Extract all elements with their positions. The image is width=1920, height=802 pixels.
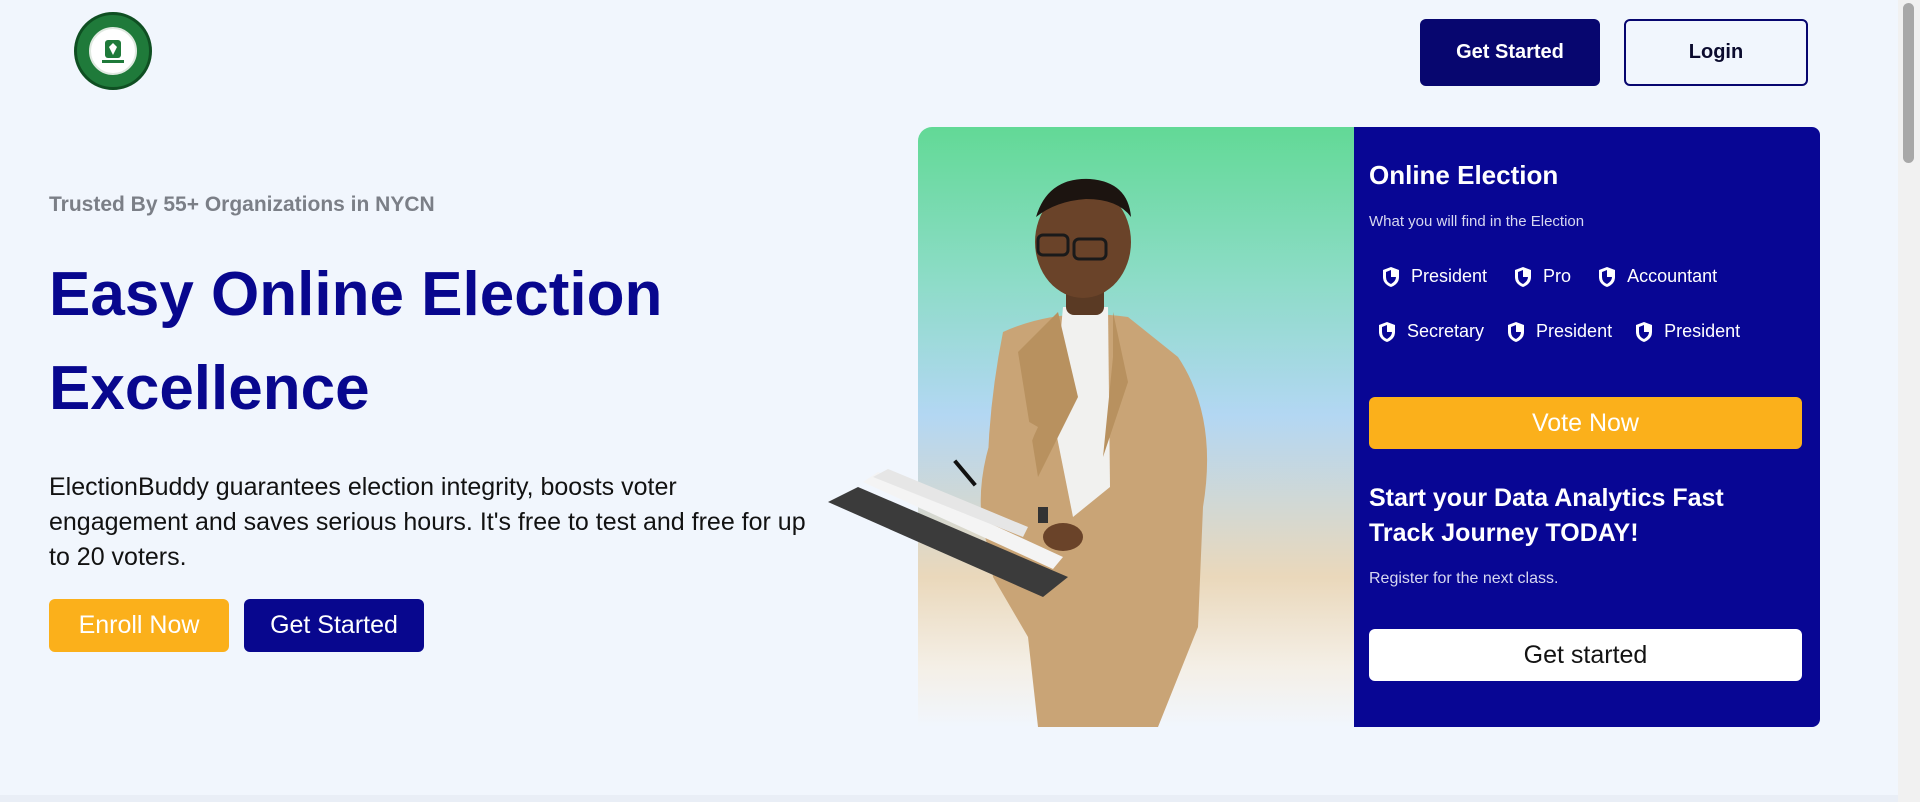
trusted-by-text: Trusted By 55+ Organizations in NYCN [49, 193, 435, 216]
hero-headline: Easy Online Election Excellence [49, 248, 769, 436]
logo-emblem [89, 27, 137, 75]
section-divider [0, 795, 1898, 802]
header-login-button[interactable]: Login [1624, 19, 1808, 86]
position-item[interactable]: Accountant [1585, 263, 1731, 290]
position-label: Accountant [1627, 266, 1718, 286]
position-item[interactable]: Secretary [1369, 318, 1498, 345]
header-get-started-button[interactable]: Get Started [1420, 19, 1600, 86]
promo-text: Register for the next class. [1369, 570, 1559, 587]
page-scrollbar[interactable] [1898, 0, 1920, 802]
shield-icon [1636, 321, 1653, 342]
shield-icon [1515, 266, 1532, 287]
card-subtitle: What you will find in the Election [1369, 213, 1585, 230]
businessman-illustration [828, 178, 1208, 727]
online-election-card: Online Election What you will find in th… [1354, 127, 1820, 727]
shield-icon [1379, 321, 1395, 342]
card-title: Online Election [1369, 160, 1559, 190]
hero-image-panel [828, 127, 1354, 727]
headline-line-1: Easy Online Election [49, 260, 663, 329]
promo-title: Start your Data Analytics Fast Track Jou… [1369, 484, 1724, 547]
vote-now-button[interactable]: Vote Now [1369, 397, 1802, 449]
enroll-now-button[interactable]: Enroll Now [49, 599, 229, 652]
shield-icon [1383, 266, 1399, 287]
position-label: Pro [1543, 266, 1572, 286]
shield-icon [1508, 321, 1525, 342]
nycn-logo[interactable] [74, 12, 152, 90]
headline-line-2: Excellence [49, 354, 370, 423]
position-item[interactable]: President [1369, 263, 1501, 290]
shield-icon [1599, 266, 1616, 287]
position-item[interactable]: Pro [1501, 263, 1585, 290]
position-label: President [1664, 321, 1741, 341]
positions-list: President Pro Accountant Secretary Presi… [1369, 263, 1809, 345]
scrollbar-thumb[interactable] [1903, 3, 1914, 163]
position-item[interactable]: President [1498, 318, 1626, 345]
hero-get-started-button[interactable]: Get Started [244, 599, 424, 652]
hero-description: ElectionBuddy guarantees election integr… [49, 473, 806, 571]
position-label: Secretary [1407, 321, 1485, 341]
position-item[interactable]: President [1626, 318, 1754, 345]
seal-icon [102, 40, 124, 63]
position-label: President [1536, 321, 1613, 341]
position-label: President [1411, 266, 1488, 286]
promo-get-started-button[interactable]: Get started [1369, 629, 1802, 681]
